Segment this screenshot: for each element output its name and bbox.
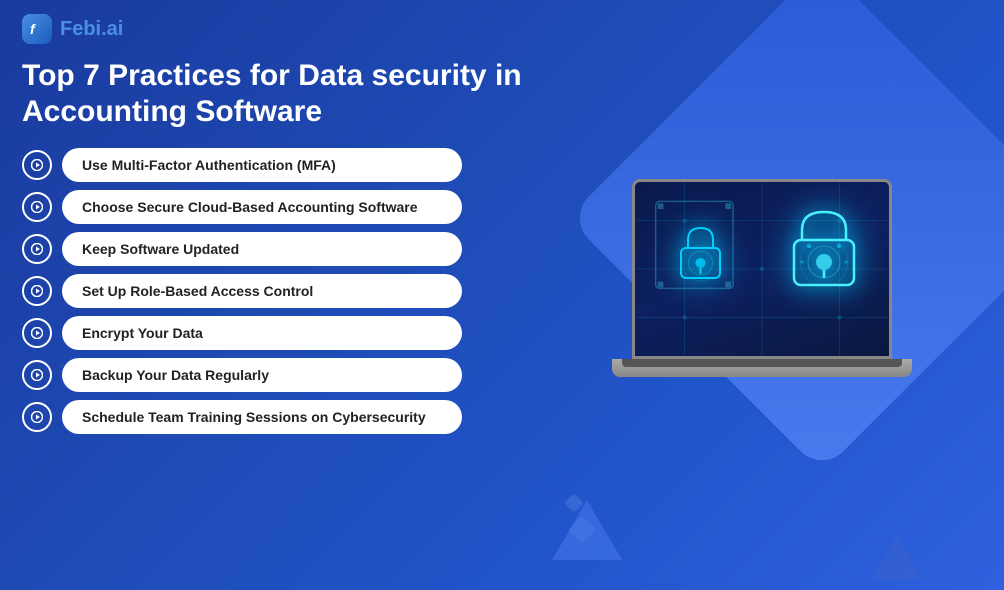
- geo-triangle-left: [552, 500, 622, 560]
- practice-item-6: Backup Your Data Regularly: [22, 358, 542, 392]
- logo-text: Febi.ai: [60, 18, 123, 41]
- play-button-7[interactable]: [22, 402, 52, 432]
- content-area: Top 7 Practices for Data security in Acc…: [0, 58, 1004, 590]
- practice-label-6: Backup Your Data Regularly: [62, 358, 462, 392]
- practice-label-1: Use Multi-Factor Authentication (MFA): [62, 148, 462, 182]
- geo-triangle-bottom: [872, 535, 922, 580]
- logo-icon: f: [22, 14, 52, 44]
- practice-label-4: Set Up Role-Based Access Control: [62, 274, 462, 308]
- laptop-keyboard: [622, 359, 902, 367]
- practice-item-4: Set Up Role-Based Access Control: [22, 274, 542, 308]
- page-title: Top 7 Practices for Data security in Acc…: [22, 58, 542, 130]
- play-button-6[interactable]: [22, 360, 52, 390]
- svg-text:f: f: [30, 21, 36, 37]
- screen-content: [635, 182, 889, 356]
- laptop-screen: [632, 179, 892, 359]
- lock-left: [665, 212, 735, 292]
- practice-item-5: Encrypt Your Data: [22, 316, 542, 350]
- practices-list: Use Multi-Factor Authentication (MFA) Ch…: [22, 148, 542, 434]
- play-button-3[interactable]: [22, 234, 52, 264]
- play-button-2[interactable]: [22, 192, 52, 222]
- play-button-5[interactable]: [22, 318, 52, 348]
- laptop-base: [612, 359, 912, 377]
- practice-label-5: Encrypt Your Data: [62, 316, 462, 350]
- right-panel: [562, 58, 982, 570]
- practice-item-1: Use Multi-Factor Authentication (MFA): [22, 148, 542, 182]
- practice-label-7: Schedule Team Training Sessions on Cyber…: [62, 400, 462, 434]
- play-button-1[interactable]: [22, 150, 52, 180]
- lock-right: [779, 197, 869, 297]
- practice-item-2: Choose Secure Cloud-Based Accounting Sof…: [22, 190, 542, 224]
- practice-label-2: Choose Secure Cloud-Based Accounting Sof…: [62, 190, 462, 224]
- left-panel: Top 7 Practices for Data security in Acc…: [22, 58, 542, 570]
- laptop: [612, 179, 932, 469]
- practice-label-3: Keep Software Updated: [62, 232, 462, 266]
- practice-item-3: Keep Software Updated: [22, 232, 542, 266]
- practice-item-7: Schedule Team Training Sessions on Cyber…: [22, 400, 542, 434]
- play-button-4[interactable]: [22, 276, 52, 306]
- main-container: f Febi.ai Top 7 Practices for Data secur…: [0, 0, 1004, 590]
